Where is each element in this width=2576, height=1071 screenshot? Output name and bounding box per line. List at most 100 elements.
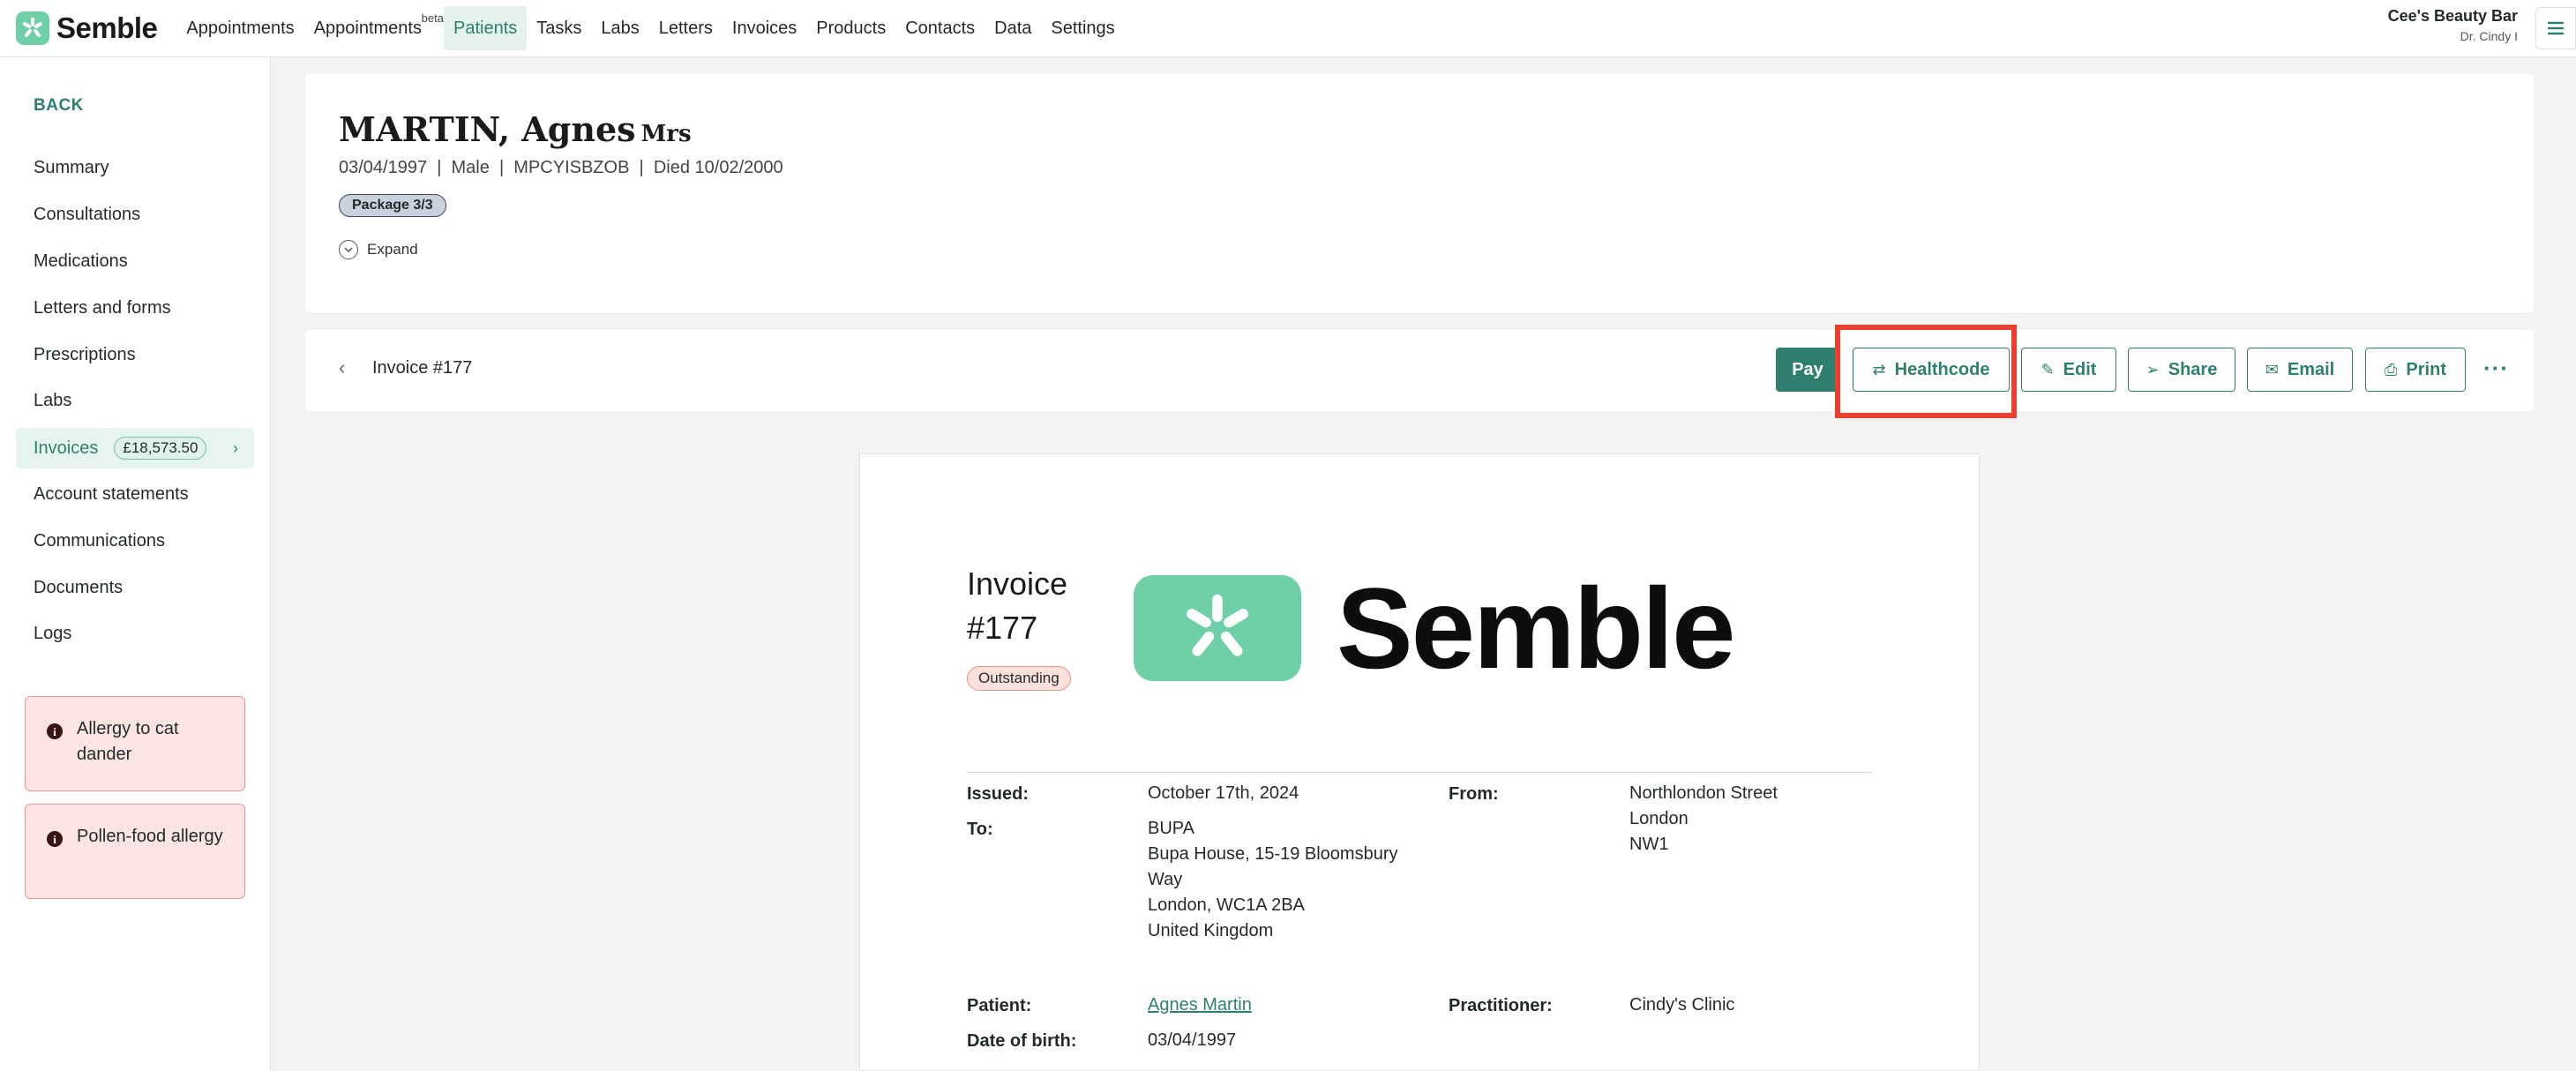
patient-name: MARTIN, Agnes xyxy=(339,109,636,149)
allergy-alert[interactable]: i Allergy to cat dander xyxy=(25,696,245,791)
sidebar-item-invoices-label: Invoices xyxy=(34,438,99,458)
sidebar-item-medications[interactable]: Medications xyxy=(16,241,254,281)
org-switcher[interactable]: Cee's Beauty Bar Dr. Cindy I xyxy=(2388,7,2518,43)
share-button-label: Share xyxy=(2168,359,2218,379)
envelope-icon: ✉ xyxy=(2265,360,2279,378)
pay-button-label: Pay xyxy=(1792,359,1823,379)
print-button[interactable]: ⎙ Print xyxy=(2365,348,2466,392)
to-line: United Kingdom xyxy=(1148,921,1274,940)
invoice-number: #177 xyxy=(967,610,1038,646)
from-label: From: xyxy=(1449,784,1499,804)
back-link[interactable]: BACK xyxy=(34,96,84,116)
org-name: Cee's Beauty Bar xyxy=(2387,7,2518,25)
chevron-left-icon[interactable]: ‹ xyxy=(339,356,345,379)
chevron-right-icon: › xyxy=(233,438,238,457)
allergy-alert-text: Allergy to cat dander xyxy=(77,719,179,764)
send-icon: ➢ xyxy=(2145,360,2160,378)
main-nav: Appointments Appointments beta Patients … xyxy=(176,6,1124,50)
nav-appointments-beta-label: Appointments xyxy=(313,18,422,38)
nav-contacts[interactable]: Contacts xyxy=(895,6,985,50)
print-button-label: Print xyxy=(2406,359,2446,379)
invoices-balance-badge: £18,573.50 xyxy=(114,437,207,460)
package-badge: Package 3/3 xyxy=(339,194,446,217)
share-button[interactable]: ➢ Share xyxy=(2128,348,2235,392)
to-line: London, WC1A 2BA xyxy=(1148,895,1305,915)
practitioner-label: Practitioner: xyxy=(1449,996,1553,1015)
beta-badge: beta xyxy=(421,11,444,25)
from-line: Northlondon Street xyxy=(1629,783,1778,803)
invoice-title-line1: Invoice xyxy=(967,565,1068,602)
semble-logo-mark xyxy=(1134,575,1301,681)
printer-icon: ⎙ xyxy=(2385,360,2398,378)
to-line: BUPA xyxy=(1148,819,1194,838)
allergy-alert-text: Pollen-food allergy xyxy=(77,827,223,846)
nav-settings[interactable]: Settings xyxy=(1041,6,1124,50)
sidebar-item-letters-and-forms[interactable]: Letters and forms xyxy=(16,288,254,328)
to-line: Bupa House, 15-19 Bloomsbury xyxy=(1148,844,1398,864)
invoice-toolbar: ‹ Invoice #177 Pay ⇄ Healthcode ✎ Edit ➢… xyxy=(305,330,2534,411)
edit-button[interactable]: ✎ Edit xyxy=(2021,348,2116,392)
invoice-document: Invoice #177 Outstanding Semble Issued: … xyxy=(859,453,1980,1071)
info-icon: i xyxy=(47,831,63,847)
expand-toggle[interactable]: Expand xyxy=(339,240,418,259)
patient-sidebar: BACK Summary Consultations Medications L… xyxy=(0,57,271,1071)
pay-button[interactable]: Pay xyxy=(1776,348,1839,392)
dob-value: 03/04/1997 xyxy=(1148,1030,1237,1050)
patient-title: Mrs xyxy=(640,121,692,147)
invoice-logo: Semble xyxy=(1134,562,1735,694)
to-line: Way xyxy=(1148,870,1183,889)
divider xyxy=(967,772,1872,773)
sidebar-item-logs[interactable]: Logs xyxy=(16,613,254,654)
semble-logo-text: Semble xyxy=(56,11,158,44)
nav-data[interactable]: Data xyxy=(985,6,1041,50)
edit-button-label: Edit xyxy=(2063,359,2097,379)
more-options-icon[interactable]: ··· xyxy=(2483,355,2509,382)
nav-patients[interactable]: Patients xyxy=(443,6,528,50)
nav-invoices[interactable]: Invoices xyxy=(723,6,806,50)
info-icon: i xyxy=(47,723,63,739)
hamburger-menu-button[interactable] xyxy=(2535,7,2576,49)
nav-letters[interactable]: Letters xyxy=(649,6,723,50)
semble-logo[interactable]: Semble xyxy=(16,11,158,45)
sidebar-item-labs[interactable]: Labs xyxy=(16,380,254,421)
chevron-down-icon xyxy=(339,240,358,259)
top-navigation-bar: Semble Appointments Appointments beta Pa… xyxy=(0,0,2576,57)
sidebar-item-invoices[interactable]: Invoices £18,573.50 › xyxy=(16,428,254,468)
email-button-label: Email xyxy=(2287,359,2335,379)
sidebar-item-communications[interactable]: Communications xyxy=(16,521,254,561)
sidebar-item-prescriptions[interactable]: Prescriptions xyxy=(16,334,254,375)
org-user: Dr. Cindy I xyxy=(2460,29,2518,43)
sidebar-item-account-statements[interactable]: Account statements xyxy=(16,474,254,514)
nav-products[interactable]: Products xyxy=(806,6,895,50)
patient-label: Patient: xyxy=(967,996,1032,1015)
sidebar-item-summary[interactable]: Summary xyxy=(16,147,254,188)
patient-link[interactable]: Agnes Martin xyxy=(1148,992,1252,1018)
issued-label: Issued: xyxy=(967,784,1030,804)
email-button[interactable]: ✉ Email xyxy=(2247,348,2353,392)
allergy-alert[interactable]: i Pollen-food allergy xyxy=(25,804,245,899)
sidebar-item-documents[interactable]: Documents xyxy=(16,567,254,608)
from-line: NW1 xyxy=(1629,835,1669,854)
expand-label: Expand xyxy=(367,241,418,258)
sidebar-item-consultations[interactable]: Consultations xyxy=(16,194,254,235)
to-label: To: xyxy=(967,820,993,839)
hamburger-icon xyxy=(2547,21,2565,35)
practitioner-value: Cindy's Clinic xyxy=(1629,995,1735,1015)
nav-appointments[interactable]: Appointments xyxy=(176,6,303,50)
to-address: BUPA Bupa House, 15-19 Bloomsbury Way Lo… xyxy=(1148,816,1398,944)
from-line: London xyxy=(1629,809,1689,828)
patient-header-card: MARTIN, Agnes Mrs 03/04/1997 | Male | MPC… xyxy=(305,74,2534,312)
invoice-toolbar-title: Invoice #177 xyxy=(372,358,473,378)
patient-name-heading: MARTIN, Agnes Mrs xyxy=(339,109,692,149)
semble-logo-mark xyxy=(16,11,49,45)
nav-tasks[interactable]: Tasks xyxy=(527,6,591,50)
from-address: Northlondon Street London NW1 xyxy=(1629,781,1778,858)
status-badge: Outstanding xyxy=(967,666,1071,691)
dob-label: Date of birth: xyxy=(967,1031,1077,1051)
patient-meta: 03/04/1997 | Male | MPCYISBZOB | Died 10… xyxy=(339,158,783,177)
issued-value: October 17th, 2024 xyxy=(1148,783,1299,803)
invoice-title: Invoice #177 xyxy=(967,562,1067,650)
nav-appointments-beta[interactable]: Appointments beta xyxy=(304,6,444,50)
healthcode-highlight-box xyxy=(1835,325,2017,418)
nav-labs[interactable]: Labs xyxy=(591,6,648,50)
